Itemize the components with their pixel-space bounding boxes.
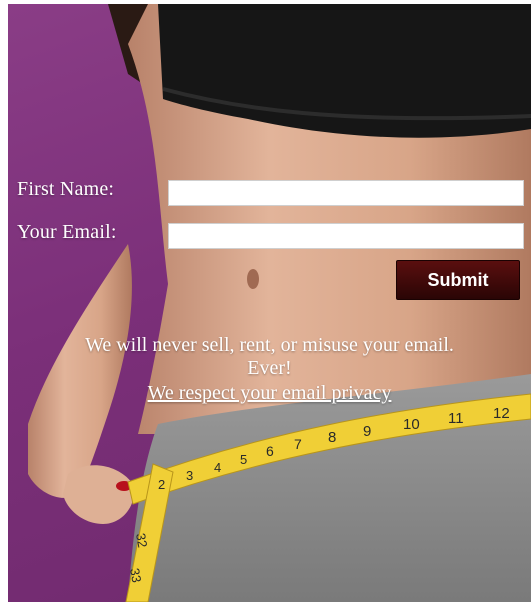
first-name-label: First Name: — [17, 178, 115, 200]
email-label: Your Email: — [17, 221, 117, 243]
tape-number: 32 — [133, 532, 150, 549]
privacy-notice-line1: We will never sell, rent, or misuse your… — [85, 334, 454, 356]
tape-number: 5 — [240, 452, 247, 467]
signup-widget: 2 3 4 5 6 7 8 9 10 11 12 32 33 First Nam… — [0, 0, 531, 602]
tape-number: 6 — [266, 443, 274, 459]
tape-number: 7 — [294, 436, 302, 452]
tape-number: 12 — [493, 405, 510, 422]
tape-number: 4 — [214, 460, 221, 475]
tape-number: 3 — [186, 468, 193, 483]
tape-number: 11 — [448, 410, 464, 427]
navel-shape — [247, 269, 259, 289]
fitness-photo: 2 3 4 5 6 7 8 9 10 11 12 32 33 — [8, 4, 531, 602]
email-input[interactable] — [168, 223, 524, 249]
privacy-link[interactable]: We respect your email privacy — [148, 382, 392, 404]
tape-number: 33 — [127, 567, 144, 584]
tape-number: 2 — [158, 477, 165, 492]
tape-number: 8 — [328, 429, 336, 446]
waist-measuring-illustration: 2 3 4 5 6 7 8 9 10 11 12 32 33 — [28, 4, 531, 602]
hand-shape — [63, 465, 134, 524]
tape-number: 9 — [363, 423, 371, 440]
submit-button[interactable]: Submit — [396, 260, 520, 300]
privacy-notice-line2: Ever! — [247, 357, 292, 379]
tape-number: 10 — [403, 416, 420, 433]
first-name-input[interactable] — [168, 180, 524, 206]
privacy-link-container: We respect your email privacy — [8, 382, 531, 405]
